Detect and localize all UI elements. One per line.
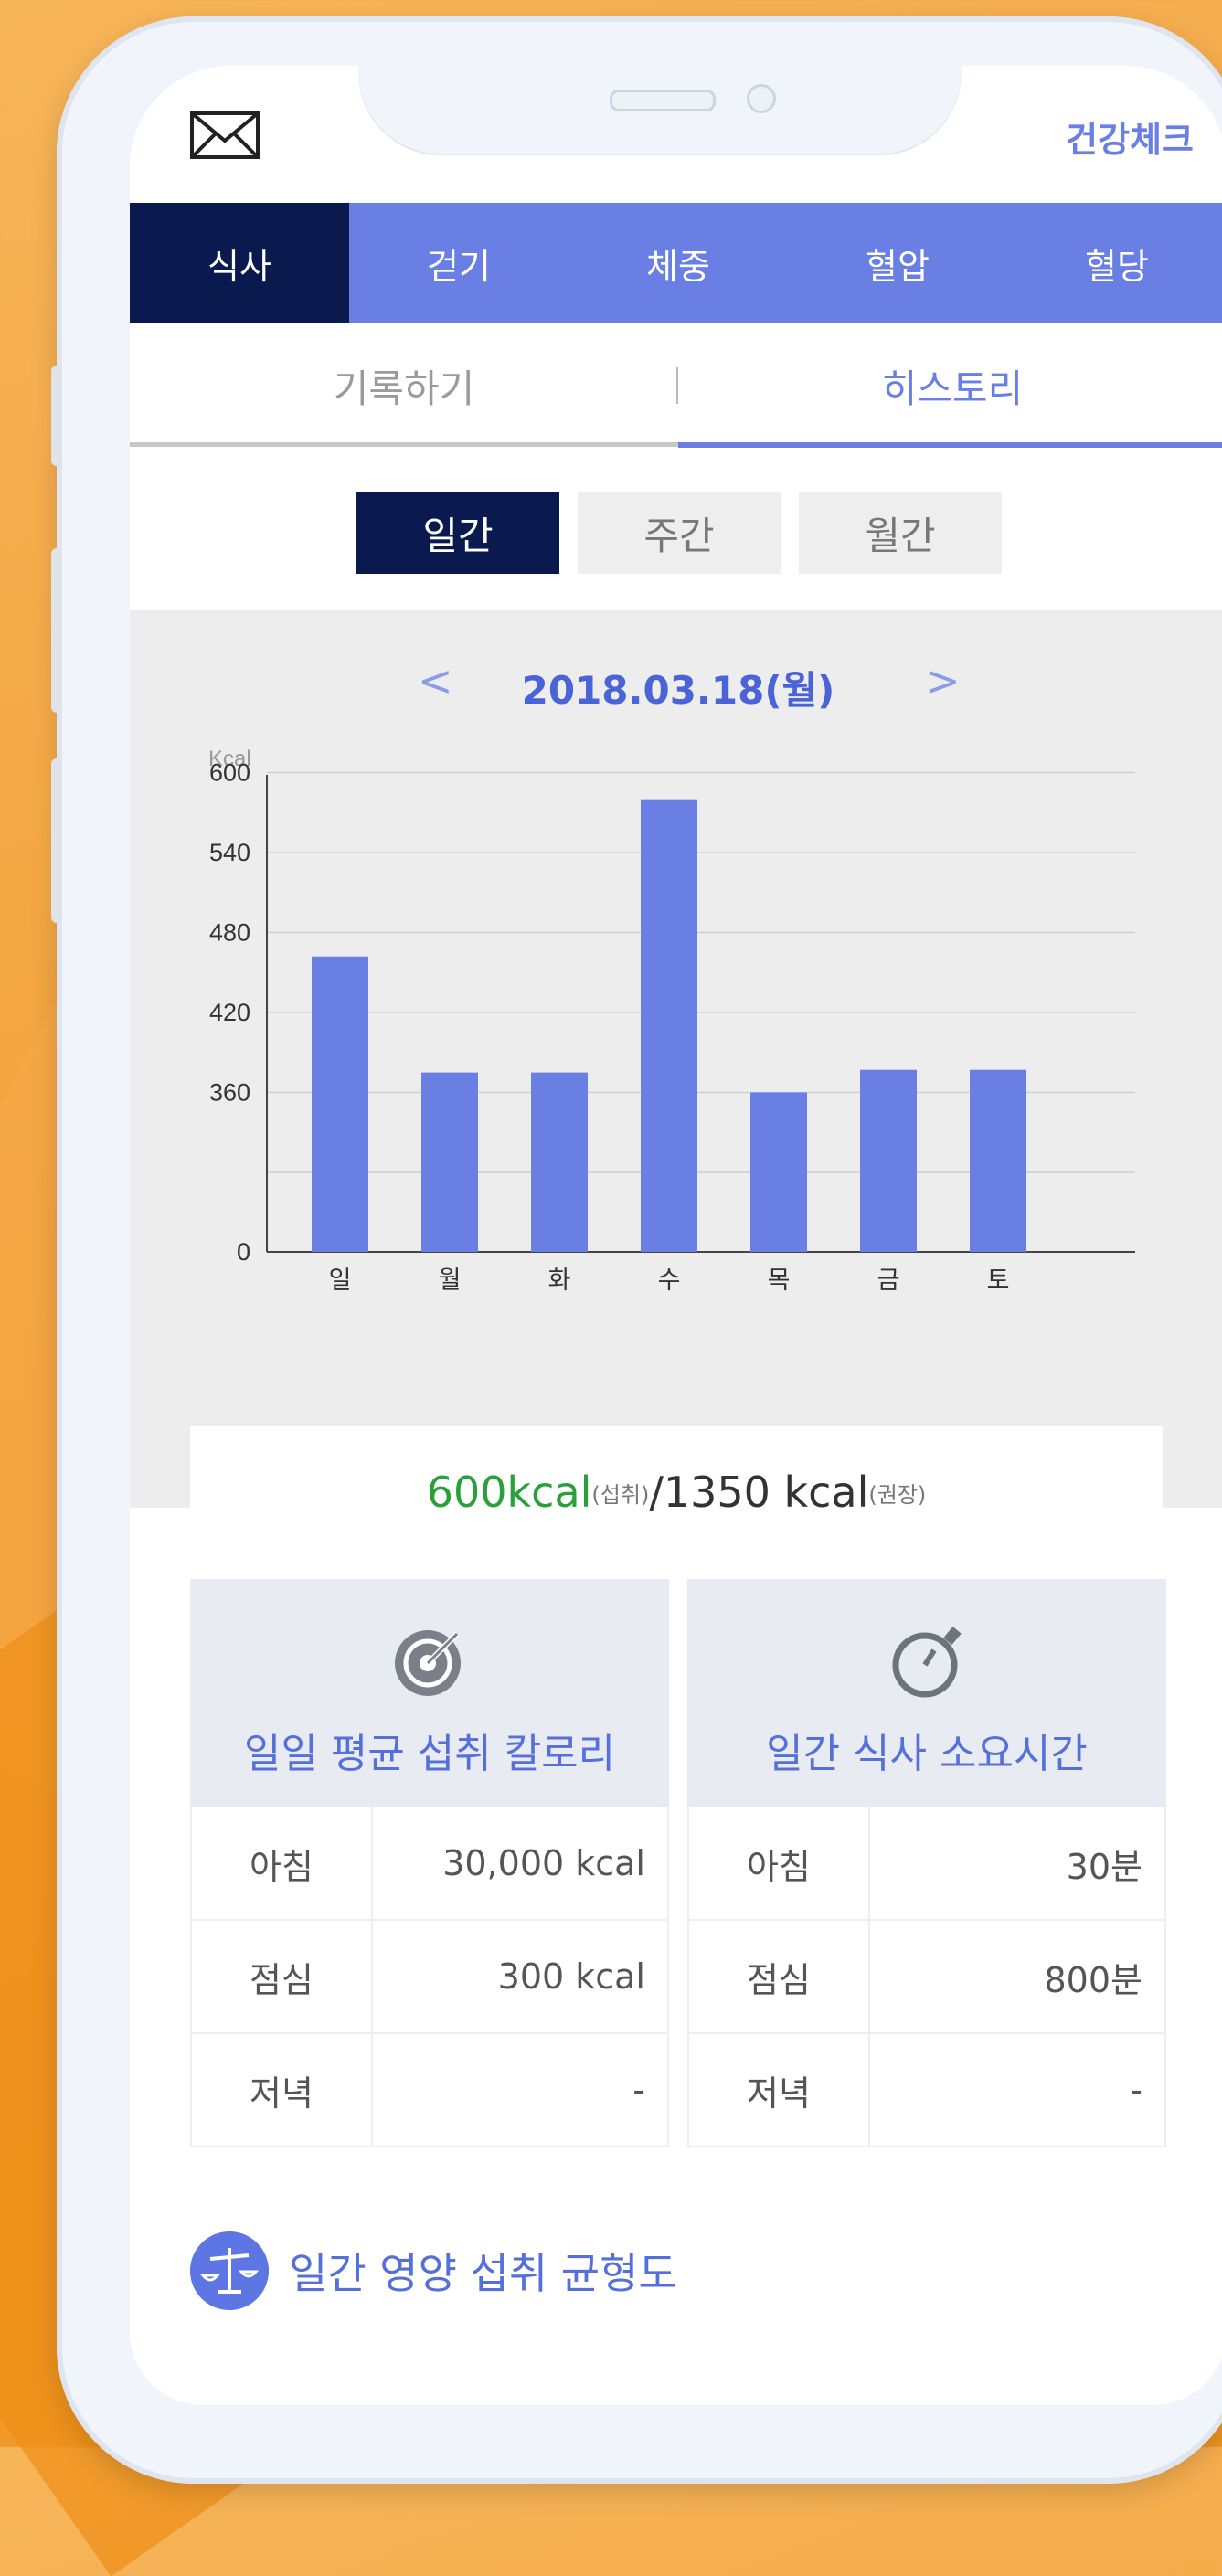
subtab-history[interactable]: 히스토리 [678,323,1222,448]
subtab-active-underline [678,442,1222,448]
y-tick-label: 540 [209,839,250,866]
calorie-summary: 600 kcal (섭취) / 1350 kcal (권장) [190,1426,1163,1559]
period-daily[interactable]: 일간 [356,492,559,574]
main-tabs: 식사 걷기 체중 혈압 혈당 [130,203,1222,323]
phone-side-button [51,548,62,713]
y-tick-label: 360 [209,1079,250,1107]
y-tick-label: 600 [209,759,250,787]
subtab-underline [130,442,678,447]
period-monthly[interactable]: 월간 [799,492,1002,574]
table-row: 저녁 - [687,2034,1166,2147]
scale-icon [190,2231,269,2310]
phone-side-button [51,758,62,923]
phone-side-button [51,366,62,466]
table-row: 점심 800분 [687,1921,1166,2034]
chart-bar [970,1069,1026,1252]
stopwatch-icon [892,1627,962,1698]
chart-bar [641,799,697,1252]
row-value: 30,000 kcal [442,1843,645,1883]
calorie-bar-chart: Kcal0360420480540600일 월 화 수 목 금 토 [208,747,1135,1295]
date-navigator: < 2018.03.18(월) > [130,656,1222,720]
phone-notch [358,66,962,155]
tab-meal[interactable]: 식사 [130,203,349,323]
chart-bar [421,1072,478,1252]
divider [676,367,678,404]
card-title: 일간 식사 소요시간 [766,1731,1088,1777]
chart-bar [531,1072,588,1252]
row-value: 300 kcal [497,1956,645,1997]
x-tick-label: 금 [877,1267,900,1295]
x-tick-label: 토 [987,1267,1010,1295]
camera [747,84,776,113]
x-tick-label: 화 [548,1267,571,1295]
average-calorie-card: 일일 평균 섭취 칼로리 아침 30,000 kcal 점심 300 kcal … [190,1579,669,2147]
intake-value: 600 [426,1468,507,1517]
intake-unit: kcal [506,1468,592,1517]
row-value: 30분 [1066,1846,1142,1887]
table-row: 점심 300 kcal [190,1921,669,2034]
card-header: 일간 식사 소요시간 [687,1579,1166,1807]
card-title: 일일 평균 섭취 칼로리 [243,1731,616,1777]
row-value: - [1130,2070,1142,2110]
y-tick-label: 480 [209,919,250,947]
period-weekly[interactable]: 주간 [578,492,781,574]
tab-blood-sugar[interactable]: 혈당 [1007,203,1222,323]
table-row: 저녁 - [190,2034,669,2147]
app-screen: 건강체크 식사 걷기 체중 혈압 혈당 기록하기 히스토리 일간 주간 월간 <… [130,66,1222,2405]
subtab-record[interactable]: 기록하기 [130,323,678,448]
next-date-button[interactable]: > [925,656,961,705]
balance-label: 일간 영양 섭취 균형도 [289,2249,677,2298]
nutrition-balance-link[interactable]: 일간 영양 섭취 균형도 [190,2231,677,2310]
recommended-note: (권장) [868,1481,927,1508]
row-label: 아침 [192,1807,373,1919]
y-tick-label: 0 [237,1238,250,1266]
row-label: 저녁 [689,2034,870,2146]
mail-icon[interactable] [190,111,260,159]
meal-time-card: 일간 식사 소요시간 아침 30분 점심 800분 저녁 - [687,1579,1166,2147]
y-tick-label: 420 [209,999,250,1026]
date-label: 2018.03.18(월) [521,668,835,713]
table-row: 아침 30,000 kcal [190,1807,669,1921]
chart-bar [750,1092,807,1252]
row-value: - [632,2070,645,2110]
chart-panel: < 2018.03.18(월) > Kcal 0 360 420 480 540 600 일 월… [130,610,1222,1559]
tab-walk[interactable]: 걷기 [349,203,568,323]
summary-separator: / [649,1468,664,1517]
table-row: 아침 30분 [687,1807,1166,1921]
chart-bar [860,1069,917,1252]
x-tick-label: 목 [768,1267,791,1295]
recommended-value: 1350 kcal [663,1468,869,1517]
speaker [610,90,716,111]
row-label: 아침 [689,1807,870,1919]
intake-note: (섭취) [591,1481,650,1508]
x-tick-label: 수 [658,1267,681,1295]
health-check-link[interactable]: 건강체크 [1066,111,1194,162]
row-label: 점심 [192,1921,373,2032]
card-header: 일일 평균 섭취 칼로리 [190,1579,669,1807]
x-tick-label: 일 [329,1267,352,1295]
period-selector: 일간 주간 월간 [356,492,1002,574]
x-tick-label: 월 [439,1267,462,1295]
tab-blood-pressure[interactable]: 혈압 [788,203,1007,323]
target-icon [395,1630,461,1696]
chart-bar [312,956,368,1252]
row-label: 저녁 [192,2034,373,2146]
row-label: 점심 [689,1921,870,2032]
tab-weight[interactable]: 체중 [568,203,788,323]
row-value: 800분 [1044,1959,1143,2000]
